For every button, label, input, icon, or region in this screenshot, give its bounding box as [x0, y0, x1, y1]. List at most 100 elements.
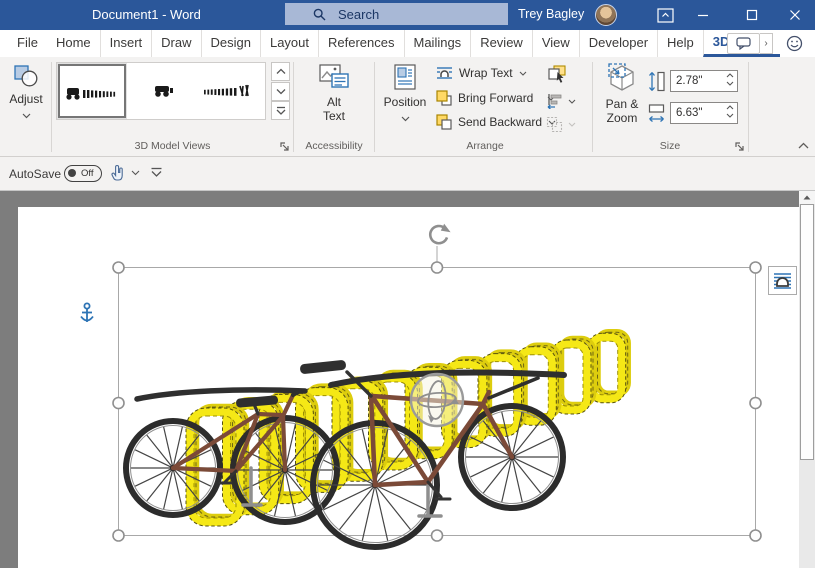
view-thumbnail-3[interactable]: [198, 64, 265, 118]
view-thumbnail-3-preview: [198, 64, 265, 118]
height-value: 2.78": [676, 75, 702, 87]
pan-zoom-button[interactable]: Pan & Zoom: [598, 62, 646, 138]
adjust-button[interactable]: Adjust: [4, 62, 48, 138]
close-button[interactable]: [775, 0, 815, 30]
chevron-down-icon: [519, 71, 527, 76]
tab-developer[interactable]: Developer: [579, 30, 657, 57]
3d-rotate-gizmo[interactable]: [411, 374, 463, 426]
touch-mode-hand-icon: [110, 164, 125, 182]
search-box[interactable]: Search: [285, 3, 508, 25]
tab-insert[interactable]: Insert: [100, 30, 152, 57]
maximize-button[interactable]: [732, 0, 772, 30]
tab-design[interactable]: Design: [201, 30, 260, 57]
position-label: Position: [380, 95, 430, 109]
tab-home[interactable]: Home: [47, 30, 100, 57]
view-thumbnail-1-selected[interactable]: [58, 64, 126, 118]
position-icon: [394, 64, 416, 90]
tab-view[interactable]: View: [532, 30, 579, 57]
tab-layout[interactable]: Layout: [260, 30, 318, 57]
resize-handle-top-middle[interactable]: [432, 262, 443, 273]
group-separator: [592, 62, 593, 152]
spin-up-icon[interactable]: [726, 105, 734, 110]
send-backward-label: Send Backward: [458, 115, 542, 129]
send-backward-button[interactable]: Send Backward: [436, 114, 556, 130]
resize-handle-bottom-middle[interactable]: [432, 530, 443, 541]
resize-handle-top-right[interactable]: [750, 262, 761, 273]
tab-review[interactable]: Review: [470, 30, 532, 57]
minimize-button[interactable]: [683, 0, 723, 30]
width-spinner[interactable]: 6.63": [670, 102, 738, 124]
quick-access-toolbar: AutoSave Off: [0, 157, 815, 191]
feedback-smiley-button[interactable]: [786, 35, 803, 57]
tab-mailings[interactable]: Mailings: [404, 30, 471, 57]
window-title: Document1 - Word: [92, 7, 201, 22]
touch-mode-chevron-icon[interactable]: [131, 170, 140, 176]
group-separator: [293, 62, 294, 152]
height-spinner[interactable]: 2.78": [670, 70, 738, 92]
views-dialog-launcher[interactable]: [279, 141, 291, 153]
bring-forward-label: Bring Forward: [458, 91, 533, 105]
selection-pane-button[interactable]: [548, 65, 567, 89]
size-dialog-launcher[interactable]: [734, 141, 746, 153]
group-objects-icon: [546, 116, 563, 133]
position-button[interactable]: Position: [380, 62, 430, 138]
alt-text-label-line1: Alt: [300, 95, 368, 109]
group-separator: [748, 62, 749, 152]
autosave-label: AutoSave: [9, 167, 61, 181]
adjust-icon: [14, 65, 38, 87]
spin-down-icon[interactable]: [726, 81, 734, 86]
customize-quick-access-button[interactable]: [150, 167, 163, 178]
spin-down-icon[interactable]: [726, 113, 734, 118]
group-objects-button-disabled[interactable]: [546, 116, 576, 133]
bring-forward-button[interactable]: Bring Forward: [436, 90, 555, 106]
maximize-icon: [746, 9, 758, 21]
autosave-toggle[interactable]: Off: [64, 165, 102, 182]
pan-zoom-label-line2: Zoom: [598, 111, 646, 125]
touch-mouse-mode-button[interactable]: [110, 164, 125, 187]
tab-file[interactable]: File: [8, 30, 47, 57]
alt-text-button[interactable]: Alt Text: [300, 62, 368, 138]
avatar[interactable]: [595, 4, 617, 26]
rotation-handle[interactable]: [430, 224, 450, 243]
collapse-ribbon-button[interactable]: [797, 141, 810, 150]
arrange-group-label: Arrange: [420, 140, 550, 152]
tab-references[interactable]: References: [318, 30, 403, 57]
selection-pane-icon: [548, 65, 567, 84]
autosave-knob: [68, 169, 76, 177]
size-group-label: Size: [620, 140, 720, 152]
search-icon: [313, 8, 326, 21]
ribbon-display-options-button[interactable]: [645, 0, 685, 30]
tab-draw[interactable]: Draw: [151, 30, 200, 57]
resize-handle-bottom-left[interactable]: [113, 530, 124, 541]
autosave-state: Off: [81, 168, 94, 179]
gallery-scroll-down-button[interactable]: [271, 82, 290, 101]
resize-handle-middle-right[interactable]: [750, 398, 761, 409]
wrap-text-button[interactable]: Wrap Text: [436, 66, 527, 80]
width-icon: [648, 103, 665, 124]
group-separator: [374, 62, 375, 152]
tab-help[interactable]: Help: [657, 30, 703, 57]
resize-handle-bottom-right[interactable]: [750, 530, 761, 541]
view-thumbnail-2[interactable]: [128, 64, 196, 118]
resize-handle-middle-left[interactable]: [113, 398, 124, 409]
comments-button[interactable]: [727, 33, 760, 54]
spin-up-icon[interactable]: [726, 73, 734, 78]
alt-text-label-line2: Text: [300, 109, 368, 123]
account-name[interactable]: Trey Bagley: [518, 7, 584, 21]
ribbon-display-options-icon: [657, 8, 674, 23]
ribbon: Adjust: [0, 57, 815, 157]
gallery-more-button[interactable]: [271, 101, 290, 120]
anchor-icon: [81, 303, 93, 322]
wrap-text-label: Wrap Text: [459, 66, 513, 80]
adjust-label: Adjust: [4, 92, 48, 106]
send-backward-icon: [436, 114, 452, 130]
ribbon-more-button[interactable]: ›: [760, 33, 773, 54]
align-button[interactable]: [546, 93, 576, 109]
gallery-scroll-up-button[interactable]: [271, 62, 290, 81]
view-thumbnail-2-preview: [128, 64, 196, 118]
resize-handle-top-left[interactable]: [113, 262, 124, 273]
views-gallery: [56, 62, 266, 120]
title-bar: Document1 - Word Search Trey Bagley: [0, 0, 815, 30]
smiley-icon: [786, 35, 803, 52]
close-icon: [789, 9, 801, 21]
